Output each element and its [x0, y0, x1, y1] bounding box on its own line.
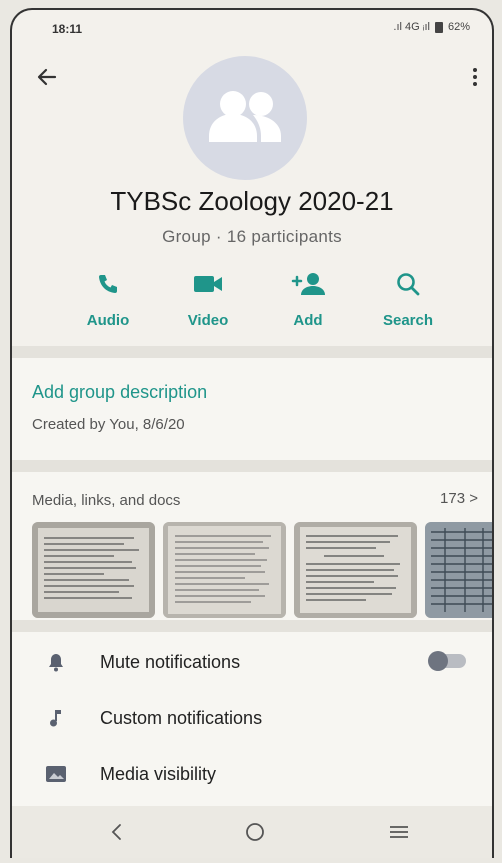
audio-label: Audio — [86, 312, 130, 329]
group-subtitle: Group · 16 participants — [162, 227, 342, 246]
mute-notifications-label: Mute notifications — [100, 652, 241, 672]
status-time: 18:11 — [52, 22, 83, 36]
media-section: Media, links, and docs 173 > — [12, 472, 492, 620]
video-label: Video — [187, 312, 229, 329]
settings-section: Mute notifications Custom notifications … — [12, 632, 492, 810]
signal-indicator: .ıl 4G ᵢıl — [393, 21, 430, 33]
add-participant-button[interactable]: Add — [268, 268, 348, 329]
audio-call-button[interactable]: Audio — [68, 268, 148, 329]
mute-notifications-row[interactable]: Mute notifications — [12, 634, 492, 690]
add-label: Add — [293, 312, 323, 329]
media-title[interactable]: Media, links, and docs — [32, 492, 180, 509]
circle-home-icon[interactable] — [240, 820, 270, 844]
phone-icon — [99, 275, 117, 293]
video-call-button[interactable]: Video — [168, 268, 248, 329]
media-count[interactable]: 173 > — [440, 490, 478, 507]
arrow-left-icon[interactable] — [34, 64, 60, 90]
chevron-left-icon[interactable] — [102, 820, 132, 844]
image-icon — [46, 766, 66, 782]
media-visibility-label: Media visibility — [100, 764, 217, 784]
media-thumbnail[interactable] — [425, 522, 492, 618]
more-vertical-icon[interactable] — [468, 64, 482, 90]
phone-screen: 18:11 .ıl 4G ᵢıl 62% TYBSc Zoology 2020-… — [10, 8, 494, 858]
media-visibility-row[interactable]: Media visibility — [12, 746, 492, 802]
music-note-icon — [50, 710, 61, 727]
group-icon — [209, 91, 281, 142]
battery-percent: 62% — [447, 21, 470, 33]
search-icon — [397, 273, 420, 296]
mute-toggle[interactable] — [428, 651, 466, 671]
search-button[interactable]: Search — [368, 268, 448, 329]
status-indicators: .ıl 4G ᵢıl 62% — [393, 21, 470, 33]
media-thumbnail[interactable] — [163, 522, 286, 618]
videocam-icon — [194, 276, 222, 292]
bell-icon — [49, 654, 63, 672]
section-divider — [12, 460, 492, 472]
media-thumbnails — [32, 522, 492, 620]
description-section: Add group description Created by You, 8/… — [12, 358, 492, 460]
action-bar: Audio Video Add Search — [64, 268, 464, 338]
add-person-icon — [291, 273, 325, 295]
menu-lines-icon[interactable] — [384, 820, 414, 844]
battery-icon — [434, 21, 443, 33]
created-by-text: Created by You, 8/6/20 — [32, 416, 185, 433]
section-divider — [12, 620, 492, 632]
media-thumbnail[interactable] — [32, 522, 155, 618]
custom-notifications-label: Custom notifications — [100, 708, 263, 728]
custom-notifications-row[interactable]: Custom notifications — [12, 690, 492, 746]
group-title: TYBSc Zoology 2020-21 — [110, 186, 394, 216]
section-divider — [12, 346, 492, 358]
status-bar: 18:11 .ıl 4G ᵢıl 62% — [12, 10, 492, 46]
group-avatar[interactable] — [183, 56, 307, 180]
media-thumbnail[interactable] — [294, 522, 417, 618]
group-header: TYBSc Zoology 2020-21 Group · 16 partici… — [12, 46, 492, 356]
system-navigation-bar — [12, 806, 492, 858]
add-description-link[interactable]: Add group description — [32, 382, 207, 403]
search-label: Search — [382, 312, 434, 329]
